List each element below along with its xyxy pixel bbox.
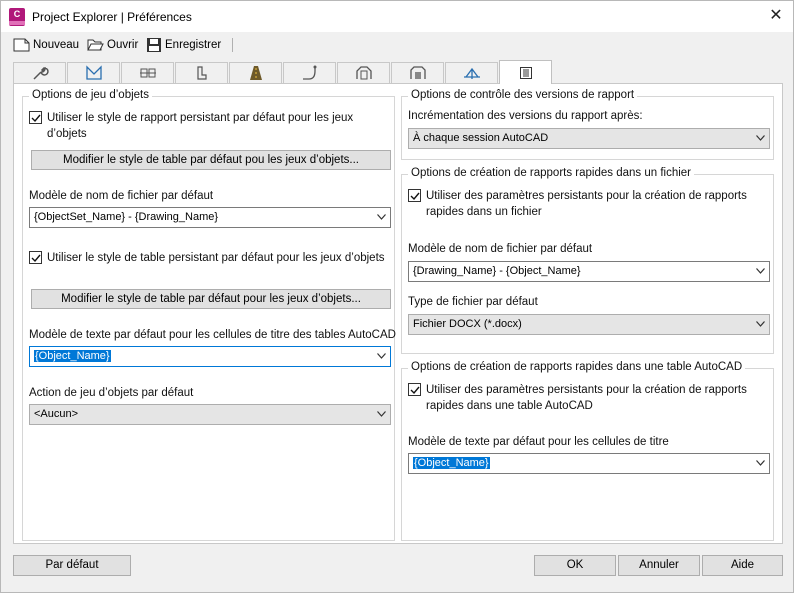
- app-icon: C: [9, 8, 25, 26]
- tab-subassembly[interactable]: [391, 62, 444, 83]
- tab-profile[interactable]: [445, 62, 498, 83]
- title-text-template-label: Modèle de texte par défaut pour les cell…: [29, 329, 396, 341]
- window-title: Project Explorer | Préférences: [32, 10, 192, 24]
- default-button[interactable]: Par défaut: [13, 555, 131, 576]
- chevron-down-icon: [756, 321, 765, 327]
- cancel-button[interactable]: Annuler: [618, 555, 700, 576]
- quick-report-filename-combo[interactable]: {Drawing_Name} - {Object_Name}: [408, 261, 770, 282]
- quick-report-file-persistent-checkbox[interactable]: [408, 189, 421, 202]
- quick-report-filename-value: {Drawing_Name} - {Object_Name}: [413, 265, 581, 277]
- tab-corridor[interactable]: [229, 62, 282, 83]
- toolbar-separator: [232, 38, 233, 52]
- tab-pipe-network[interactable]: [121, 62, 174, 83]
- open-button-label: Ouvrir: [107, 39, 139, 51]
- title-bar: C Project Explorer | Préférences ✕: [1, 1, 793, 32]
- checkmark-icon: [410, 386, 420, 394]
- version-increment-label: Incrémentation des versions du rapport a…: [408, 110, 643, 122]
- persistent-report-style-checkbox[interactable]: [29, 111, 42, 124]
- default-filename-label: Modèle de nom de fichier par défaut: [29, 190, 214, 202]
- tab-strip: [13, 60, 783, 84]
- default-filename-combo[interactable]: {ObjectSet_Name} - {Drawing_Name}: [29, 207, 391, 228]
- pipe-network-icon: [139, 68, 156, 78]
- reports-panel: Options de jeu d’objets Utiliser le styl…: [13, 83, 783, 544]
- chevron-down-icon: [756, 460, 765, 466]
- chevron-down-icon: [377, 214, 386, 220]
- tab-alignment[interactable]: [283, 62, 336, 83]
- modify-table-style-button-1[interactable]: Modifier le style de table par défaut po…: [31, 150, 391, 170]
- new-file-icon: [13, 38, 30, 52]
- quick-report-filetype-combo[interactable]: Fichier DOCX (*.docx): [408, 314, 770, 335]
- toolbar: Nouveau Ouvrir Enregistrer: [1, 32, 793, 58]
- quick-report-file-persistent-label: Utiliser des paramètres persistants pour…: [426, 190, 747, 218]
- object-set-action-label: Action de jeu d’objets par défaut: [29, 387, 194, 399]
- corridor-icon: [249, 66, 262, 80]
- object-set-action-value: <Aucun>: [34, 408, 79, 420]
- quick-report-table-persistent-checkbox[interactable]: [408, 383, 421, 396]
- open-button[interactable]: Ouvrir: [87, 36, 138, 54]
- ok-button[interactable]: OK: [534, 555, 616, 576]
- assembly-icon: [355, 66, 372, 80]
- structure-icon: [196, 66, 207, 80]
- object-set-options-title: Options de jeu d’objets: [29, 89, 152, 101]
- quick-report-file-persistent-row: Utiliser des paramètres persistants pour…: [408, 188, 753, 220]
- quick-report-title-text-value: {Object_Name}: [413, 457, 490, 469]
- title-text-template-value: {Object_Name}: [34, 350, 111, 362]
- checkmark-icon: [410, 192, 420, 200]
- object-set-action-combo[interactable]: <Aucun>: [29, 404, 391, 425]
- persistent-report-style-row: Utiliser le style de rapport persistant …: [29, 110, 369, 142]
- wrench-icon: [32, 66, 49, 80]
- profile-icon: [463, 67, 480, 79]
- report-icon: [519, 66, 532, 79]
- save-icon: [147, 38, 161, 52]
- preferences-dialog: C Project Explorer | Préférences ✕ Nouve…: [0, 0, 794, 593]
- chevron-down-icon: [377, 353, 386, 359]
- object-set-options-group: Options de jeu d’objets Utiliser le styl…: [22, 89, 396, 541]
- report-version-options-title: Options de contrôle des versions de rapp…: [408, 89, 638, 101]
- chevron-down-icon: [756, 268, 765, 274]
- quick-report-filetype-label: Type de fichier par défaut: [408, 296, 538, 308]
- new-button[interactable]: Nouveau: [13, 36, 79, 54]
- tab-reports[interactable]: [499, 60, 552, 84]
- chevron-down-icon: [377, 411, 386, 417]
- close-button[interactable]: ✕: [761, 3, 791, 29]
- checkmark-icon: [31, 254, 41, 262]
- persistent-report-style-label: Utiliser le style de rapport persistant …: [47, 112, 354, 140]
- help-button[interactable]: Aide: [702, 555, 783, 576]
- quick-report-table-options-group: Options de création de rapports rapides …: [401, 361, 774, 541]
- alignment-icon: [302, 65, 316, 80]
- persistent-table-style-label: Utiliser le style de table persistant pa…: [47, 252, 385, 264]
- checkmark-icon: [31, 114, 41, 122]
- tab-assembly[interactable]: [337, 62, 390, 83]
- quick-report-filename-label: Modèle de nom de fichier par défaut: [408, 243, 593, 255]
- quick-report-file-options-title: Options de création de rapports rapides …: [408, 167, 694, 179]
- version-increment-value: À chaque session AutoCAD: [413, 132, 549, 144]
- quick-report-filetype-value: Fichier DOCX (*.docx): [413, 318, 522, 330]
- open-folder-icon: [87, 39, 104, 51]
- save-button-label: Enregistrer: [165, 39, 222, 51]
- quick-report-title-text-combo[interactable]: {Object_Name}: [408, 453, 770, 474]
- tab-structure[interactable]: [175, 62, 228, 83]
- chevron-down-icon: [756, 135, 765, 141]
- surface-icon: [85, 65, 102, 80]
- title-text-template-combo[interactable]: {Object_Name}: [29, 346, 391, 367]
- tab-surface[interactable]: [67, 62, 120, 83]
- quick-report-table-persistent-row: Utiliser des paramètres persistants pour…: [408, 382, 753, 414]
- save-button[interactable]: Enregistrer: [146, 36, 221, 54]
- modify-table-style-button-2[interactable]: Modifier le style de table par défaut po…: [31, 289, 391, 309]
- persistent-table-style-checkbox[interactable]: [29, 251, 42, 264]
- new-button-label: Nouveau: [33, 39, 80, 51]
- report-version-options-group: Options de contrôle des versions de rapp…: [401, 89, 774, 160]
- persistent-table-style-row: Utiliser le style de table persistant pa…: [29, 250, 389, 266]
- subassembly-icon: [409, 66, 426, 79]
- quick-report-table-persistent-label: Utiliser des paramètres persistants pour…: [426, 384, 747, 412]
- quick-report-table-options-title: Options de création de rapports rapides …: [408, 361, 746, 373]
- version-increment-combo[interactable]: À chaque session AutoCAD: [408, 128, 770, 149]
- default-filename-value: {ObjectSet_Name} - {Drawing_Name}: [34, 211, 219, 223]
- tab-general[interactable]: [13, 62, 66, 83]
- quick-report-file-options-group: Options de création de rapports rapides …: [401, 167, 774, 354]
- quick-report-title-text-label: Modèle de texte par défaut pour les cell…: [408, 436, 669, 448]
